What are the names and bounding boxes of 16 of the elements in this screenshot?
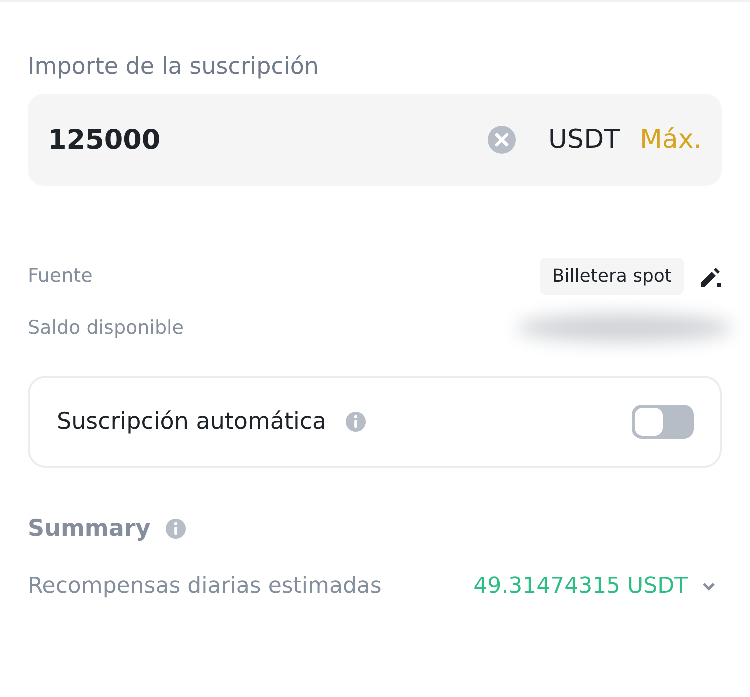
field-label: Importe de la suscripción bbox=[28, 54, 319, 80]
setting-label: Suscripción automática bbox=[57, 409, 327, 435]
info-icon[interactable] bbox=[164, 518, 187, 540]
amount-field[interactable]: 125000 USDT Máx. bbox=[28, 94, 722, 186]
row-label: Recompensas diarias estimadas bbox=[28, 574, 382, 599]
wallet-selector[interactable]: Billetera spot bbox=[540, 258, 684, 294]
edit-icon[interactable] bbox=[698, 265, 722, 287]
clear-icon[interactable] bbox=[486, 125, 517, 155]
info-icon[interactable] bbox=[344, 411, 367, 433]
chevron-down-icon[interactable] bbox=[702, 582, 716, 592]
currency-label: USDT bbox=[548, 125, 620, 155]
section-title: Summary bbox=[28, 516, 151, 542]
row-label: Saldo disponible bbox=[28, 317, 184, 339]
reward-value: 49.31474315 USDT bbox=[474, 574, 688, 599]
row-label: Fuente bbox=[28, 265, 93, 287]
toggle-switch[interactable] bbox=[632, 405, 694, 439]
